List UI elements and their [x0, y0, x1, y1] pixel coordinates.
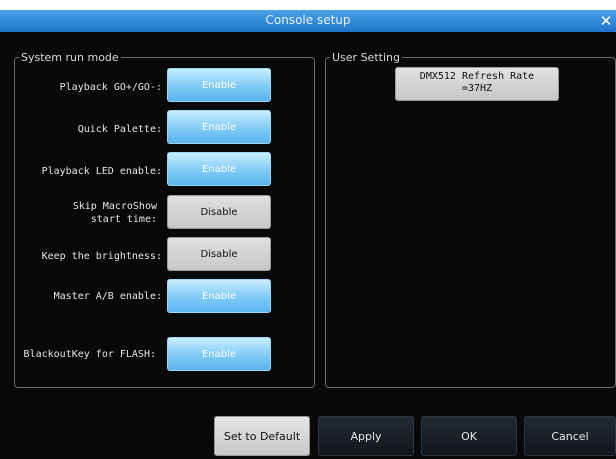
- row-label-skip-macroshow: Skip MacroShow start time:: [72, 201, 157, 225]
- set-to-default-button[interactable]: Set to Default: [214, 416, 310, 456]
- toggle-master-ab[interactable]: Enable: [167, 279, 271, 313]
- dmx-refresh-rate-button[interactable]: DMX512 Refresh Rate =37HZ: [395, 67, 559, 101]
- toggle-skip-macroshow[interactable]: Disable: [167, 195, 271, 229]
- top-strip: [0, 0, 616, 10]
- row-label-playback-go: Playback GO+/GO-:: [59, 82, 162, 93]
- toggle-playback-go[interactable]: Enable: [167, 68, 271, 102]
- toggle-blackout-key[interactable]: Enable: [167, 337, 271, 371]
- row-label-keep-brightness: Keep the brightness:: [41, 251, 162, 262]
- row-label-playback-led: Playback LED enable:: [41, 166, 162, 177]
- console-setup-dialog: Console setup ✕ System run mode User Set…: [0, 10, 616, 459]
- close-icon[interactable]: ✕: [598, 12, 614, 30]
- cancel-button[interactable]: Cancel: [524, 416, 616, 456]
- row-label-blackout-key: BlackoutKey for FLASH:: [23, 349, 156, 360]
- dmx-refresh-rate-value: =37HZ: [461, 83, 493, 94]
- user-setting-group: User Setting: [325, 51, 616, 388]
- title-bar: Console setup ✕: [0, 10, 616, 32]
- toggle-quick-palette[interactable]: Enable: [167, 110, 271, 144]
- toggle-keep-brightness[interactable]: Disable: [167, 237, 271, 271]
- dialog-title: Console setup: [265, 13, 351, 27]
- row-label-master-ab: Master A/B enable:: [53, 291, 162, 302]
- apply-button[interactable]: Apply: [318, 416, 414, 456]
- system-run-mode-legend: System run mode: [21, 51, 119, 64]
- user-setting-legend: User Setting: [332, 51, 400, 64]
- toggle-playback-led[interactable]: Enable: [167, 152, 271, 186]
- dmx-refresh-rate-label: DMX512 Refresh Rate: [419, 71, 535, 82]
- row-label-quick-palette: Quick Palette:: [77, 124, 162, 135]
- ok-button[interactable]: OK: [421, 416, 517, 456]
